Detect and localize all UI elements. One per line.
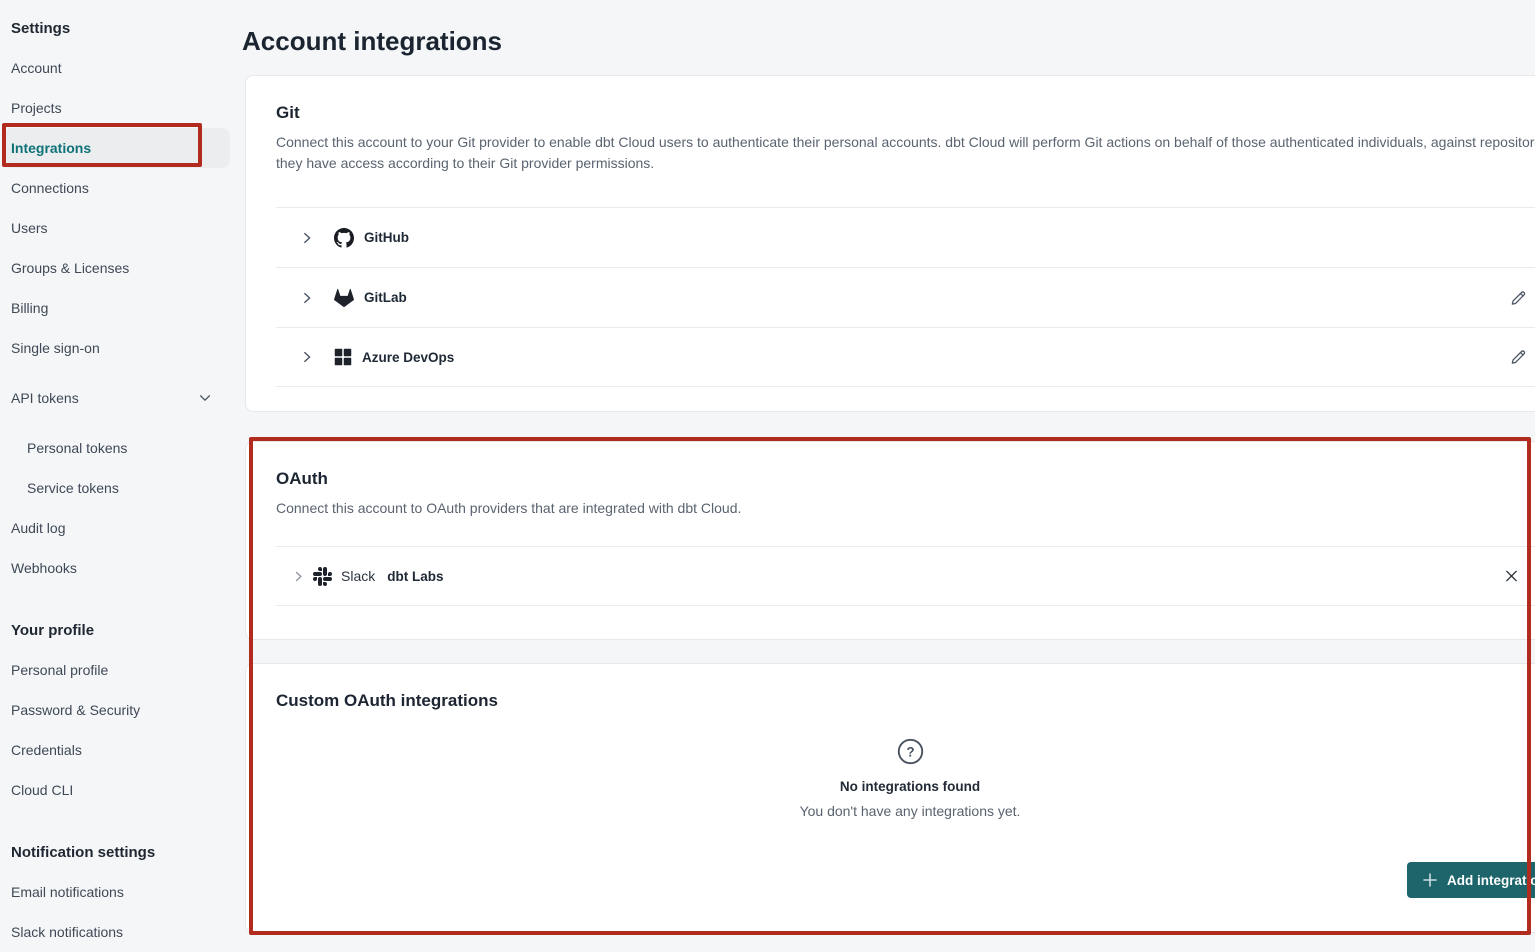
gitlab-icon <box>334 288 354 308</box>
sidebar-item-connections[interactable]: Connections <box>0 168 240 208</box>
sidebar-item-groups-licenses[interactable]: Groups & Licenses <box>0 248 240 288</box>
sidebar-item-label: Personal profile <box>11 662 108 678</box>
sidebar-item-billing[interactable]: Billing <box>0 288 240 328</box>
plus-icon <box>1423 873 1437 887</box>
git-description-line: Connect this account to your Git provide… <box>276 132 1535 153</box>
settings-sidebar: Settings Account Projects Integrations Conne… <box>0 0 240 952</box>
sidebar-item-service-tokens[interactable]: Service tokens <box>0 468 240 508</box>
chevron-right-icon[interactable] <box>300 350 314 364</box>
empty-state-title: No integrations found <box>276 779 1535 794</box>
sidebar-header-notification-settings: Notification settings <box>0 832 240 872</box>
oauth-account-name: dbt Labs <box>387 569 443 584</box>
sidebar-item-label: Settings <box>11 20 70 37</box>
git-row-label: GitHub <box>364 230 409 245</box>
chevron-right-icon[interactable] <box>292 570 305 583</box>
custom-oauth-section-card: Custom OAuth integrations ? No integrati… <box>245 663 1535 933</box>
sidebar-item-label: Account <box>11 60 62 76</box>
sidebar-item-projects[interactable]: Projects <box>0 88 240 128</box>
git-section-title: Git <box>276 102 1535 124</box>
close-icon[interactable] <box>1504 569 1519 584</box>
sidebar-item-credentials[interactable]: Credentials <box>0 730 240 770</box>
slack-icon <box>313 567 332 586</box>
sidebar-item-cloud-cli[interactable]: Cloud CLI <box>0 770 240 810</box>
edit-pencil-icon[interactable] <box>1510 289 1527 306</box>
git-description-line: they have access according to their Git … <box>276 153 1535 174</box>
sidebar-item-label: Email notifications <box>11 884 124 900</box>
custom-oauth-section-title: Custom OAuth integrations <box>276 690 1535 712</box>
sidebar-item-label: Groups & Licenses <box>11 260 129 276</box>
sidebar-item-slack-notifications[interactable]: Slack notifications <box>0 912 240 952</box>
sidebar-item-label: Projects <box>11 100 62 116</box>
oauth-section-title: OAuth <box>276 468 1535 490</box>
oauth-provider-list: Slack dbt Labs <box>276 546 1535 606</box>
sidebar-item-personal-profile[interactable]: Personal profile <box>0 650 240 690</box>
sidebar-item-email-notifications[interactable]: Email notifications <box>0 872 240 912</box>
sidebar-item-label: Service tokens <box>27 480 119 496</box>
azure-devops-icon <box>334 348 352 366</box>
add-integration-button-label: Add integration <box>1447 873 1535 888</box>
empty-state: ? No integrations found You don't have a… <box>276 738 1535 819</box>
question-circle-icon: ? <box>897 738 924 765</box>
page-title: Account integrations <box>242 26 502 57</box>
chevron-right-icon[interactable] <box>300 291 314 305</box>
oauth-section-description: Connect this account to OAuth providers … <box>276 498 1535 519</box>
sidebar-header-settings: Settings <box>0 8 240 48</box>
sidebar-item-integrations[interactable]: Integrations <box>4 128 230 168</box>
svg-text:?: ? <box>906 744 914 759</box>
sidebar-item-label: API tokens <box>11 390 79 406</box>
sidebar-item-label: Audit log <box>11 520 65 536</box>
sidebar-item-label: Single sign-on <box>11 340 100 356</box>
sidebar-item-label: Webhooks <box>11 560 77 576</box>
sidebar-item-personal-tokens[interactable]: Personal tokens <box>0 428 240 468</box>
sidebar-item-label: Personal tokens <box>27 440 127 456</box>
sidebar-item-label: Password & Security <box>11 702 140 718</box>
git-row-label: GitLab <box>364 290 407 305</box>
sidebar-item-label: Connections <box>11 180 89 196</box>
git-row-github[interactable]: GitHub <box>276 207 1535 267</box>
git-row-azure-devops[interactable]: Azure DevOps <box>276 327 1535 387</box>
chevron-down-icon <box>198 391 212 405</box>
git-provider-list: GitHub GitLab <box>276 207 1535 387</box>
sidebar-item-label: Integrations <box>11 140 91 156</box>
sidebar-item-label: Billing <box>11 300 48 316</box>
sidebar-item-account[interactable]: Account <box>0 48 240 88</box>
empty-state-subtitle: You don't have any integrations yet. <box>276 803 1535 819</box>
sidebar-item-label: Credentials <box>11 742 82 758</box>
sidebar-item-api-tokens[interactable]: API tokens <box>0 378 240 418</box>
sidebar-item-label: Users <box>11 220 48 236</box>
sidebar-item-audit-log[interactable]: Audit log <box>0 508 240 548</box>
sidebar-item-label: Your profile <box>11 622 94 639</box>
sidebar-item-label: Notification settings <box>11 844 155 861</box>
sidebar-item-users[interactable]: Users <box>0 208 240 248</box>
chevron-right-icon[interactable] <box>300 231 314 245</box>
sidebar-item-password-security[interactable]: Password & Security <box>0 690 240 730</box>
oauth-row-slack[interactable]: Slack dbt Labs <box>276 546 1535 606</box>
sidebar-item-label: Slack notifications <box>11 924 123 940</box>
sidebar-item-label: Cloud CLI <box>11 782 73 798</box>
edit-pencil-icon[interactable] <box>1510 349 1527 366</box>
sidebar-header-your-profile: Your profile <box>0 610 240 650</box>
oauth-section-card: OAuth Connect this account to OAuth prov… <box>245 441 1535 640</box>
github-icon <box>334 228 354 248</box>
git-row-gitlab[interactable]: GitLab <box>276 267 1535 327</box>
git-section-card: Git Connect this account to your Git pro… <box>245 75 1535 412</box>
git-row-label: Azure DevOps <box>362 350 454 365</box>
git-section-description: Connect this account to your Git provide… <box>276 132 1535 174</box>
sidebar-item-webhooks[interactable]: Webhooks <box>0 548 240 588</box>
sidebar-item-single-sign-on[interactable]: Single sign-on <box>0 328 240 368</box>
oauth-provider-name: Slack <box>341 568 375 584</box>
add-integration-button[interactable]: Add integration <box>1407 862 1535 898</box>
